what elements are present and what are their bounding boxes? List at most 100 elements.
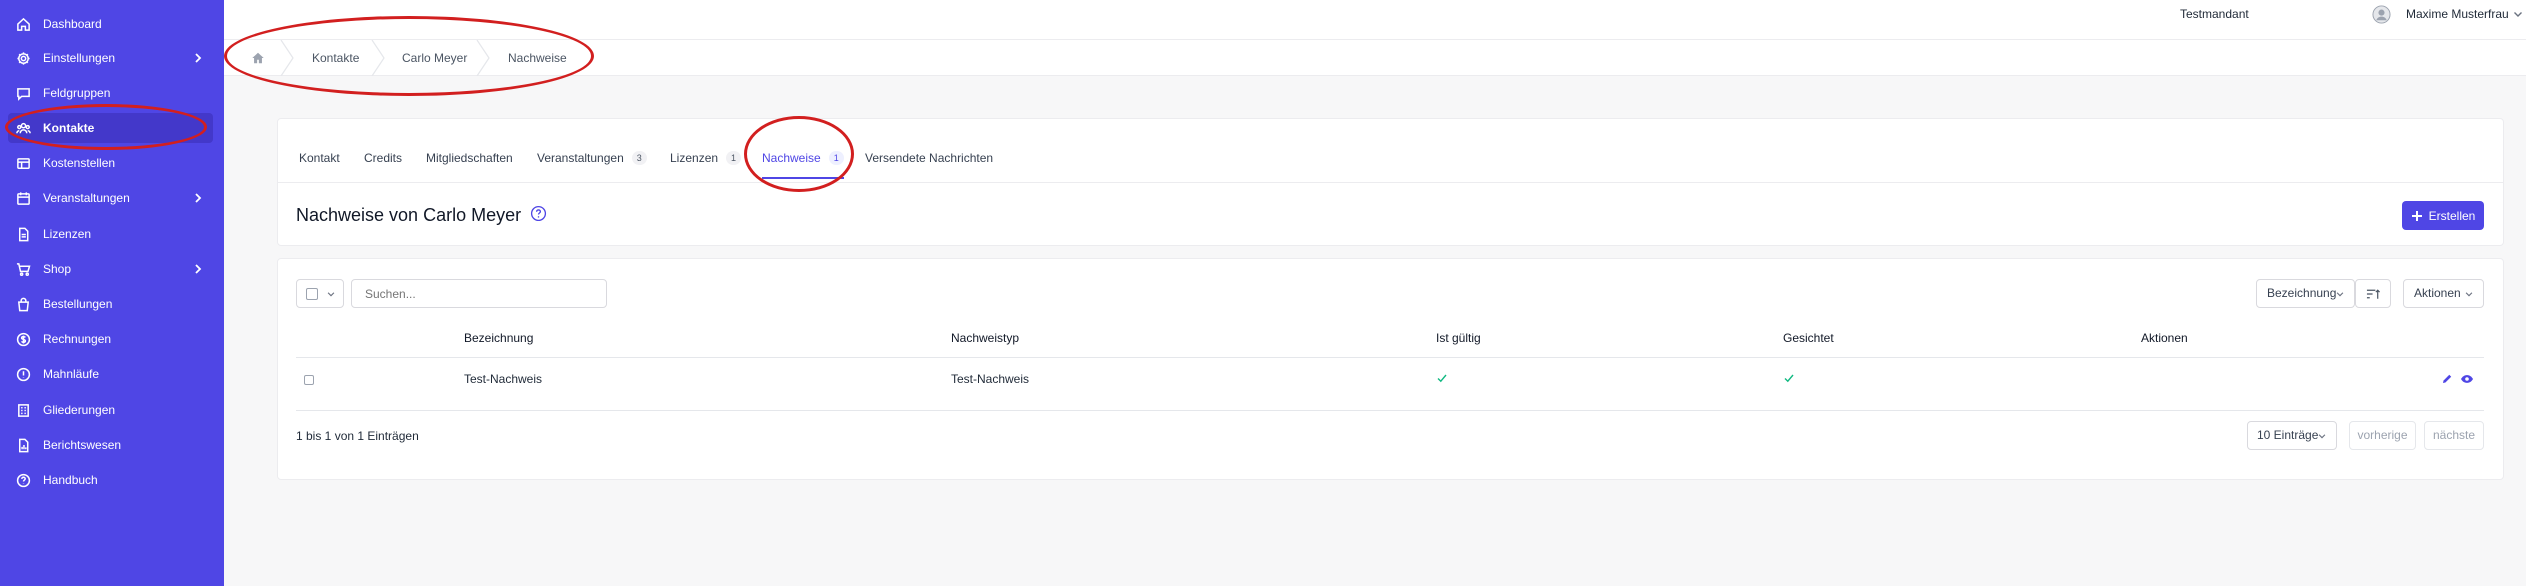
pagination-summary: 1 bis 1 von 1 Einträgen: [296, 429, 419, 443]
select-all-checkbox[interactable]: [306, 288, 318, 300]
breadcrumb-carlo-meyer[interactable]: Carlo Meyer: [402, 40, 467, 76]
sidebar-item-label: Shop: [43, 262, 72, 276]
tab-nachweise[interactable]: Nachweise 1: [762, 138, 844, 179]
tab-veranstaltungen[interactable]: Veranstaltungen 3: [537, 138, 647, 178]
users-icon: [15, 120, 31, 136]
tab-lizenzen[interactable]: Lizenzen 1: [670, 138, 742, 178]
column-header-aktionen: Aktionen: [2141, 331, 2188, 345]
home-icon: [15, 16, 31, 32]
breadcrumb-separator: [280, 39, 294, 77]
cart-icon: [15, 261, 31, 277]
document-icon: [15, 226, 31, 242]
sidebar-item-handbuch[interactable]: Handbuch: [8, 465, 213, 495]
column-header-gesichtet[interactable]: Gesichtet: [1783, 331, 1834, 345]
cell-bezeichnung: Test-Nachweis: [464, 372, 543, 386]
sidebar-item-einstellungen[interactable]: Einstellungen: [8, 43, 213, 73]
divider: [296, 410, 2484, 411]
divider: [296, 357, 2484, 358]
sidebar-item-gliederungen[interactable]: Gliederungen: [8, 395, 213, 425]
plus-icon: [2411, 210, 2422, 221]
breadcrumb-kontakte[interactable]: Kontakte: [312, 40, 359, 76]
row-checkbox[interactable]: [304, 375, 314, 385]
sidebar-item-label: Veranstaltungen: [43, 191, 130, 205]
sidebar-item-label: Gliederungen: [43, 403, 116, 417]
bulk-select-dropdown[interactable]: [296, 279, 344, 308]
column-header-bezeichnung[interactable]: Bezeichnung: [464, 331, 533, 345]
breadcrumb-separator: [476, 39, 490, 77]
topbar: Testmandant Maxime Musterfrau: [224, 0, 2526, 40]
page-size-select[interactable]: 10 Einträge: [2247, 421, 2337, 450]
sidebar-item-label: Einstellungen: [43, 51, 116, 65]
sort-field-select[interactable]: Bezeichnung: [2256, 279, 2355, 308]
count-badge: 1: [726, 150, 742, 165]
chevron-right-icon: [191, 191, 205, 205]
breadcrumb-nachweise[interactable]: Nachweise: [508, 40, 567, 76]
tab-mitgliedschaften[interactable]: Mitgliedschaften: [426, 138, 513, 178]
eye-icon[interactable]: [2460, 373, 2474, 385]
prev-page-button[interactable]: vorherige: [2349, 421, 2416, 450]
tenant-selector[interactable]: Testmandant: [2180, 0, 2249, 28]
sidebar-item-berichtswesen[interactable]: Berichtswesen: [8, 430, 213, 460]
report-icon: [15, 437, 31, 453]
chevron-right-icon: [191, 51, 205, 65]
sidebar-item-label: Kontakte: [43, 121, 95, 135]
column-header-ist-gueltig[interactable]: Ist gültig: [1436, 331, 1481, 345]
tab-credits[interactable]: Credits: [364, 138, 402, 178]
sidebar-item-label: Kostenstellen: [43, 156, 116, 170]
sidebar-item-label: Mahnläufe: [43, 367, 100, 381]
sidebar-item-veranstaltungen[interactable]: Veranstaltungen: [8, 183, 213, 213]
create-button[interactable]: Erstellen: [2402, 201, 2484, 230]
sidebar: Dashboard Einstellungen Feldgruppen Kont…: [0, 0, 224, 586]
chevron-down-icon: [2465, 292, 2473, 297]
sidebar-item-feldgruppen[interactable]: Feldgruppen: [8, 78, 213, 108]
user-menu[interactable]: Maxime Musterfrau: [2406, 0, 2509, 28]
chevron-down-icon: [327, 292, 335, 297]
edit-icon[interactable]: [2441, 373, 2453, 385]
chat-icon: [15, 85, 31, 101]
sidebar-item-dashboard[interactable]: Dashboard: [8, 9, 213, 39]
sidebar-item-rechnungen[interactable]: Rechnungen: [8, 324, 213, 354]
sidebar-item-mahnlaeufe[interactable]: Mahnläufe: [8, 359, 213, 389]
sidebar-item-label: Dashboard: [43, 17, 102, 31]
avatar[interactable]: [2372, 5, 2391, 24]
sort-direction-button[interactable]: [2355, 279, 2391, 308]
breadcrumb: Kontakte Carlo Meyer Nachweise: [224, 39, 2526, 77]
tab-kontakt[interactable]: Kontakt: [299, 138, 340, 178]
bag-icon: [15, 296, 31, 312]
column-header-nachweistyp[interactable]: Nachweistyp: [951, 331, 1019, 345]
alert-icon: [15, 366, 31, 382]
check-icon: [1437, 374, 1447, 383]
sort-icon: [2366, 289, 2381, 299]
tab-versendete-nachrichten[interactable]: Versendete Nachrichten: [865, 138, 993, 178]
gear-icon: [15, 50, 31, 66]
sidebar-item-kostenstellen[interactable]: Kostenstellen: [8, 148, 213, 178]
contact-header-card: Kontakt Credits Mitgliedschaften Veranst…: [277, 118, 2504, 246]
actions-dropdown[interactable]: Aktionen: [2403, 279, 2484, 308]
sidebar-item-label: Handbuch: [43, 473, 98, 487]
chevron-down-icon: [2318, 434, 2326, 439]
building-icon: [15, 402, 31, 418]
chevron-down-icon[interactable]: [2512, 8, 2524, 20]
help-icon[interactable]: [530, 205, 547, 222]
tab-bar: Kontakt Credits Mitgliedschaften Veranst…: [278, 119, 2503, 183]
chevron-right-icon: [191, 262, 205, 276]
count-badge: 3: [631, 150, 647, 165]
sidebar-item-label: Berichtswesen: [43, 438, 122, 452]
dollar-icon: [15, 331, 31, 347]
sidebar-item-label: Bestellungen: [43, 297, 113, 311]
cell-nachweistyp: Test-Nachweis: [951, 372, 1030, 386]
sidebar-item-kontakte[interactable]: Kontakte: [8, 113, 213, 143]
home-icon[interactable]: [251, 51, 265, 65]
breadcrumb-separator: [371, 39, 385, 77]
help-icon: [15, 472, 31, 488]
check-icon: [1784, 374, 1794, 383]
nachweise-table-card: [277, 258, 2504, 480]
search-input[interactable]: [351, 279, 607, 308]
next-page-button[interactable]: nächste: [2424, 421, 2484, 450]
calendar-icon: [15, 190, 31, 206]
sidebar-item-label: Rechnungen: [43, 332, 112, 346]
table-icon: [15, 155, 31, 171]
sidebar-item-bestellungen[interactable]: Bestellungen: [8, 289, 213, 319]
sidebar-item-shop[interactable]: Shop: [8, 254, 213, 284]
sidebar-item-lizenzen[interactable]: Lizenzen: [8, 219, 213, 249]
